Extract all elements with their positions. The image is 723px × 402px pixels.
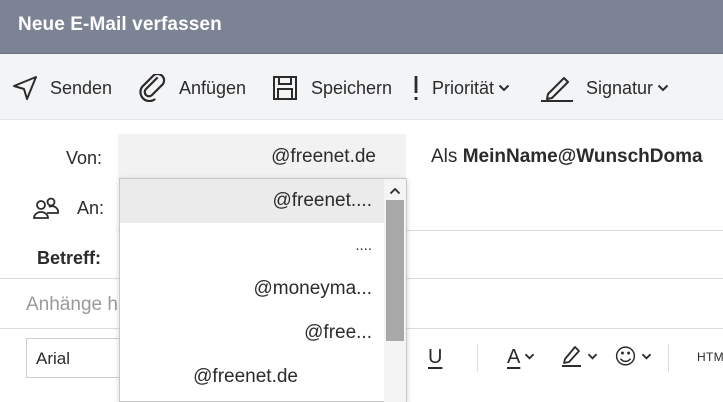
send-as-address: MeinName@WunschDoma: [462, 146, 703, 167]
save-button[interactable]: Speichern: [272, 74, 392, 102]
from-option[interactable]: ....: [120, 223, 386, 267]
exclamation-icon: [412, 74, 420, 102]
signature-label: Signatur: [586, 77, 654, 98]
to-label: An:: [77, 198, 105, 218]
font-family-value: Arial: [36, 349, 71, 368]
from-dropdown-list: @freenet.... .... @moneyma... @free... @…: [119, 178, 407, 402]
attachments-hint: Anhänge h: [26, 294, 118, 315]
format-separator: [668, 344, 669, 372]
pen-icon: [540, 74, 574, 102]
from-label: Von:: [66, 148, 103, 168]
scrollbar-thumb[interactable]: [386, 200, 404, 341]
window-title: Neue E-Mail verfassen: [18, 14, 222, 35]
signature-dropdown[interactable]: Signatur: [540, 74, 669, 102]
floppy-disk-icon: [272, 75, 298, 101]
emoji-icon: ☺: [614, 344, 637, 370]
format-separator: [477, 344, 478, 372]
highlight-button[interactable]: [561, 340, 598, 374]
save-label: Speichern: [311, 77, 393, 98]
highlighter-icon: [561, 342, 583, 373]
send-button[interactable]: Senden: [12, 74, 112, 102]
send-icon: [12, 75, 38, 101]
chevron-down-icon: [498, 83, 510, 93]
contacts-icon[interactable]: [32, 196, 60, 225]
chevron-up-icon[interactable]: [389, 183, 401, 201]
dropdown-scrollbar[interactable]: [384, 179, 406, 402]
from-option[interactable]: @freenet.de: [120, 355, 386, 399]
from-options: @freenet.... .... @moneyma... @free... @…: [120, 179, 386, 402]
attach-label: Anfügen: [179, 77, 247, 98]
font-color-button[interactable]: A: [507, 340, 535, 374]
send-as-prefix: Als: [431, 146, 458, 167]
underline-icon: U: [428, 345, 443, 368]
html-mode-button[interactable]: HTM: [697, 340, 723, 374]
priority-label: Priorität: [432, 77, 495, 98]
send-as-text: Als MeinName@WunschDoma: [431, 146, 703, 168]
emoji-button[interactable]: ☺: [614, 340, 652, 374]
from-option[interactable]: @freenet....: [120, 179, 386, 223]
send-label: Senden: [50, 77, 113, 98]
from-select[interactable]: @freenet.de: [118, 134, 406, 180]
from-option[interactable]: @free...: [120, 311, 386, 355]
font-color-icon: A: [507, 345, 521, 368]
chevron-down-icon: [657, 83, 669, 93]
html-mode-label: HTM: [697, 350, 723, 364]
priority-dropdown[interactable]: Priorität: [412, 74, 510, 102]
underline-button[interactable]: U: [428, 340, 442, 374]
compose-toolbar: Senden Anfügen Speichern Priorität Signa…: [0, 54, 723, 120]
from-value: @freenet.de: [271, 146, 376, 167]
chevron-down-icon: [524, 348, 535, 366]
chevron-down-icon: [587, 348, 598, 366]
chevron-down-icon: [641, 348, 652, 366]
subject-label: Betreff:: [37, 248, 102, 268]
attach-button[interactable]: Anfügen: [137, 74, 246, 102]
from-option[interactable]: @moneyma...: [120, 267, 386, 311]
window-titlebar: Neue E-Mail verfassen: [0, 0, 723, 54]
paperclip-icon: [137, 74, 167, 102]
